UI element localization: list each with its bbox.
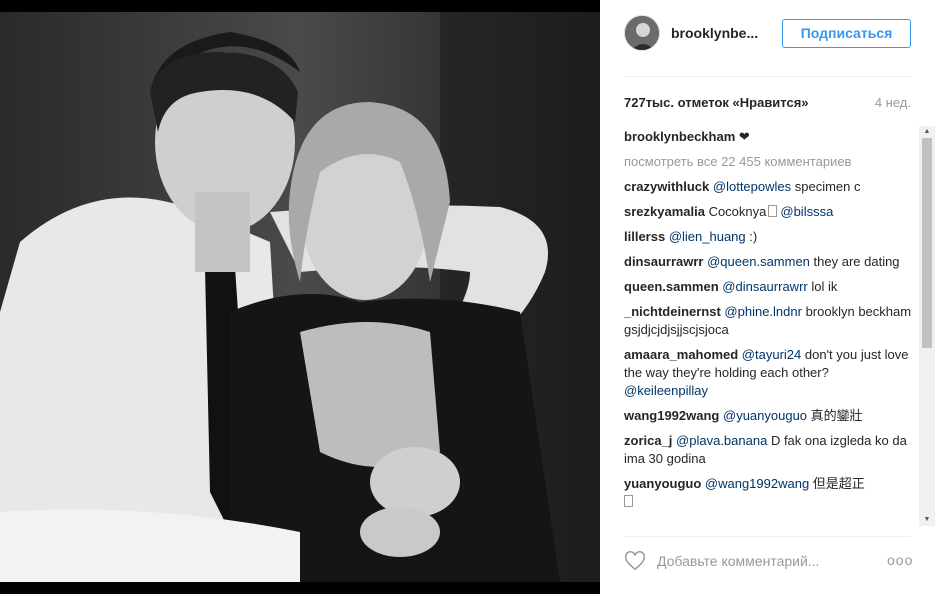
photo-illustration bbox=[0, 12, 600, 582]
list-item: srezkyamalia Cocoknya @bilsssa bbox=[624, 203, 916, 221]
caption-author[interactable]: brooklynbeckham bbox=[624, 129, 735, 144]
post-details-pane: brooklynbe... Подписаться 727тыс. отмето… bbox=[600, 0, 935, 594]
comment-author[interactable]: yuanyouguo bbox=[624, 476, 701, 491]
list-item: wang1992wang @yuanyouguo 真的鑾壯 bbox=[624, 407, 916, 425]
comment-author[interactable]: crazywithluck bbox=[624, 179, 709, 194]
scroll-down-arrow-icon[interactable]: ▼ bbox=[919, 514, 935, 526]
comment-author[interactable]: srezkyamalia bbox=[624, 204, 705, 219]
comment-mention[interactable]: @wang1992wang bbox=[705, 476, 809, 491]
comments-list: brooklynbeckham ❤ посмотреть все 22 455 … bbox=[624, 128, 916, 526]
scrollbar-thumb[interactable] bbox=[922, 138, 932, 348]
list-item: amaara_mahomed @tayuri24 don't you just … bbox=[624, 346, 916, 400]
comment-text: they are dating bbox=[809, 254, 900, 269]
comment-input[interactable] bbox=[657, 551, 857, 571]
comment-text: 但是超正 bbox=[809, 476, 865, 491]
comment-mention[interactable]: @queen.sammen bbox=[707, 254, 810, 269]
comment-text: 真的鑾壯 bbox=[807, 408, 863, 423]
likes-count[interactable]: 727тыс. отметок «Нравится» bbox=[624, 95, 809, 110]
missing-glyph-icon bbox=[624, 495, 633, 507]
post-photo-pane bbox=[0, 0, 600, 594]
list-item: lillerss @lien_huang :) bbox=[624, 228, 916, 246]
actions-divider bbox=[624, 536, 911, 537]
list-item: queen.sammen @dinsaurrawrr lol ik bbox=[624, 278, 916, 296]
list-item: yuanyouguo @wang1992wang 但是超正 bbox=[624, 475, 916, 511]
follow-button[interactable]: Подписаться bbox=[782, 19, 911, 48]
comment-text: :) bbox=[745, 229, 758, 244]
comment-author[interactable]: wang1992wang bbox=[624, 408, 719, 423]
comment-mention[interactable]: @bilsssa bbox=[780, 204, 833, 219]
post-header: brooklynbe... Подписаться bbox=[600, 0, 935, 76]
comment-text: Cocoknya bbox=[704, 204, 767, 219]
comment-author[interactable]: lillerss bbox=[624, 229, 665, 244]
comment-mention[interactable]: @dinsaurrawrr bbox=[722, 279, 807, 294]
avatar-image bbox=[625, 16, 659, 50]
caption: brooklynbeckham ❤ bbox=[624, 128, 916, 146]
view-all-comments-link[interactable]: посмотреть все 22 455 комментариев bbox=[624, 153, 916, 171]
comment-mention-2[interactable]: @keileenpillay bbox=[624, 383, 708, 398]
comment-author[interactable]: zorica_j bbox=[624, 433, 672, 448]
comment-text: specimen c bbox=[791, 179, 861, 194]
comment-author[interactable]: dinsaurrawrr bbox=[624, 254, 703, 269]
comment-mention[interactable]: @lottepowles bbox=[713, 179, 791, 194]
comment-mention[interactable]: @phine.lndnr bbox=[724, 304, 802, 319]
missing-glyph-icon bbox=[768, 205, 778, 217]
more-options-icon[interactable]: ooo bbox=[887, 552, 912, 570]
scroll-up-arrow-icon[interactable]: ▲ bbox=[919, 126, 935, 138]
post-actions-bar: ooo bbox=[600, 540, 935, 584]
header-divider bbox=[624, 76, 911, 77]
heart-outline-icon[interactable] bbox=[624, 550, 646, 572]
post-username[interactable]: brooklynbe... bbox=[671, 25, 758, 41]
comment-mention[interactable]: @tayuri24 bbox=[742, 347, 801, 362]
list-item: dinsaurrawrr @queen.sammen they are dati… bbox=[624, 253, 916, 271]
comment-author[interactable]: _nichtdeinernst bbox=[624, 304, 721, 319]
avatar[interactable] bbox=[624, 15, 660, 51]
comment-mention[interactable]: @yuanyouguo bbox=[723, 408, 807, 423]
comment-text: lol ik bbox=[807, 279, 838, 294]
list-item: zorica_j @plava.banana D fak ona izgleda… bbox=[624, 432, 916, 468]
caption-text: ❤ bbox=[738, 129, 750, 144]
comment-mention[interactable]: @lien_huang bbox=[669, 229, 746, 244]
comment-author[interactable]: amaara_mahomed bbox=[624, 347, 738, 362]
heart-svg bbox=[625, 551, 645, 571]
comment-mention[interactable]: @plava.banana bbox=[676, 433, 767, 448]
comments-scrollbar[interactable]: ▲ ▼ bbox=[919, 126, 935, 526]
post-photo[interactable] bbox=[0, 12, 600, 582]
comment-author[interactable]: queen.sammen bbox=[624, 279, 719, 294]
list-item: _nichtdeinernst @phine.lndnr brooklyn be… bbox=[624, 303, 916, 339]
list-item: crazywithluck @lottepowles specimen c bbox=[624, 178, 916, 196]
post-time[interactable]: 4 нед. bbox=[875, 95, 911, 110]
